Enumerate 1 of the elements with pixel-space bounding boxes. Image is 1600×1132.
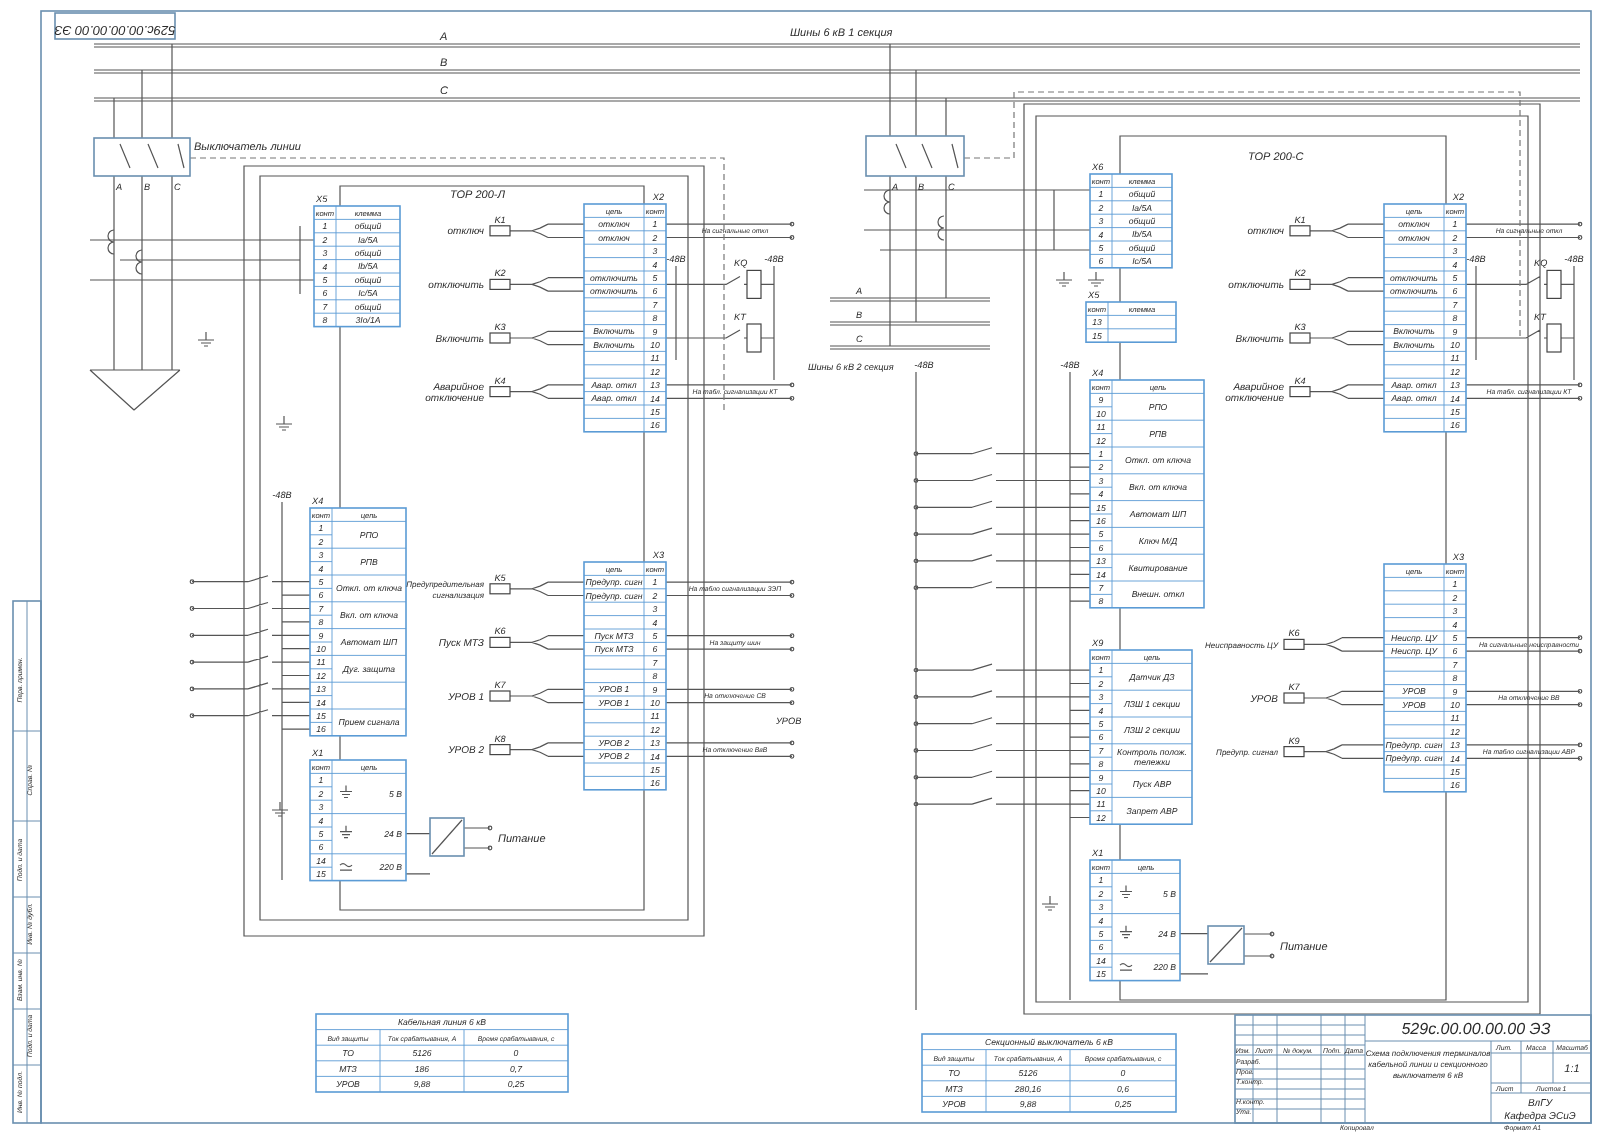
drawing-code: 529с.00.00.00.00 ЭЗ <box>1401 1020 1551 1038</box>
